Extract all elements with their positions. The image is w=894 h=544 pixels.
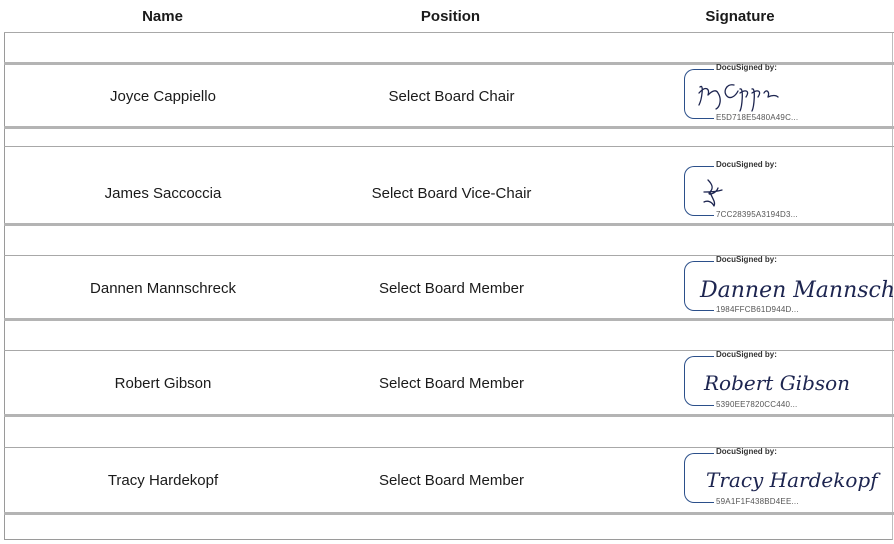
signer-position: Select Board Member — [378, 279, 525, 297]
envelope-id: 7CC28395A3194D3... — [716, 210, 798, 219]
signer-position: Select Board Vice-Chair — [371, 184, 532, 202]
signer-name: Joyce Cappiello — [110, 87, 216, 105]
handwritten-signature: Tracy Hardekopf — [706, 468, 881, 492]
docusigned-by-label: DocuSigned by: — [716, 350, 777, 359]
signer-position: Select Board Member — [378, 374, 525, 392]
row-divider — [4, 32, 894, 33]
signer-name: Tracy Hardekopf — [107, 471, 219, 489]
column-header-signature: Signature — [705, 8, 775, 25]
signer-name: Dannen Mannschreck — [90, 279, 236, 297]
docusign-signature-block: DocuSigned by: Dannen Mannschrec 1984FFC… — [684, 255, 894, 314]
table-row: Joyce Cappiello Select Board Chair DocuS… — [4, 63, 894, 127]
signer-position: Select Board Chair — [388, 87, 515, 105]
envelope-id: 5390EE7820CC440... — [716, 400, 798, 409]
svg-text:Tracy Hardekopf: Tracy Hardekopf — [706, 468, 881, 492]
column-header-name: Name — [142, 8, 183, 25]
envelope-id: 1984FFCB61D944D... — [716, 305, 799, 314]
handwritten-signature — [703, 179, 723, 207]
column-header-position: Position — [420, 8, 481, 25]
row-divider — [4, 146, 894, 147]
docusign-signature-block: DocuSigned by: 7CC28395A3194D3... — [684, 160, 894, 219]
table-header: Name Position Signature — [0, 0, 894, 34]
svg-text:Dannen Mannschrec: Dannen Mannschrec — [699, 278, 894, 303]
table-row: James Saccoccia Select Board Vice-Chair … — [4, 160, 894, 224]
signer-name: Robert Gibson — [114, 374, 212, 392]
table-row: Tracy Hardekopf Select Board Member Docu… — [4, 447, 894, 511]
handwritten-signature: Dannen Mannschrec — [699, 278, 894, 303]
docusign-signature-block: DocuSigned by: E5D718E5480A49C... — [684, 63, 894, 122]
envelope-id: 59A1F1F438BD4EE... — [716, 497, 799, 506]
handwritten-signature — [698, 84, 779, 112]
signer-name: James Saccoccia — [104, 184, 222, 202]
table-row: Robert Gibson Select Board Member DocuSi… — [4, 350, 894, 414]
table-row: Dannen Mannschreck Select Board Member D… — [4, 255, 894, 319]
handwritten-signature: Robert Gibson — [703, 371, 850, 395]
docusign-signature-block: DocuSigned by: Robert Gibson 5390EE7820C… — [684, 350, 894, 409]
row-divider — [4, 414, 894, 417]
docusigned-by-label: DocuSigned by: — [716, 160, 777, 169]
docusigned-by-label: DocuSigned by: — [716, 255, 777, 264]
row-divider — [4, 512, 894, 515]
svg-text:Robert Gibson: Robert Gibson — [703, 371, 850, 395]
docusign-signature-block: DocuSigned by: Tracy Hardekopf 59A1F1F43… — [684, 447, 894, 506]
docusigned-by-label: DocuSigned by: — [716, 447, 777, 456]
envelope-id: E5D718E5480A49C... — [716, 113, 799, 122]
docusigned-by-label: DocuSigned by: — [716, 63, 777, 72]
signer-position: Select Board Member — [378, 471, 525, 489]
